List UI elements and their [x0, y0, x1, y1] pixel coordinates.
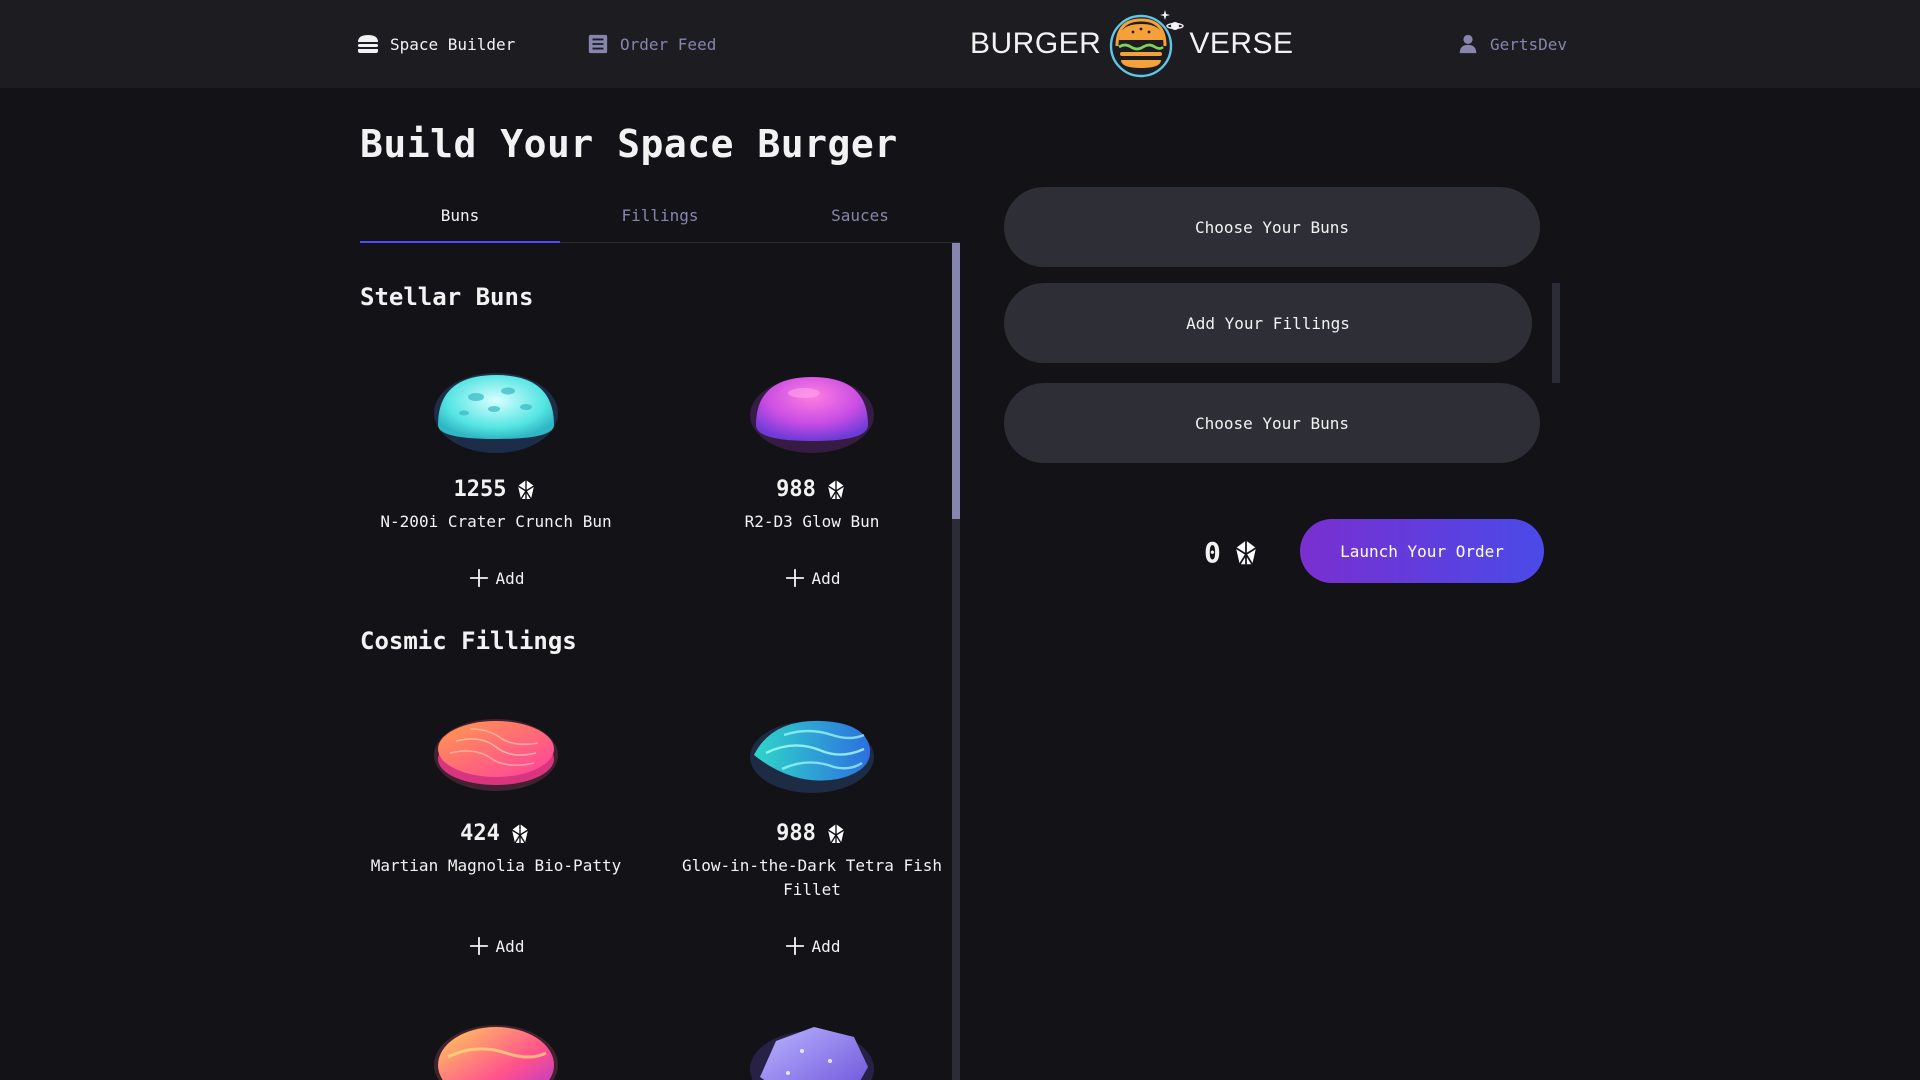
- price-value: 988: [776, 821, 816, 846]
- price-value: 424: [460, 821, 500, 846]
- crystal-currency-icon: [514, 478, 538, 502]
- ingredient-name: N-200i Crater Crunch Bun: [380, 512, 612, 531]
- order-total: 0: [1204, 536, 1261, 569]
- top-bun-slot[interactable]: Choose Your Buns: [1004, 187, 1540, 267]
- ingredient-card[interactable]: 1255 N-200i Crater Crunch Bun Add: [360, 355, 632, 605]
- ingredient-price: 988: [676, 477, 948, 502]
- ingredient-card[interactable]: [676, 1007, 948, 1080]
- add-button[interactable]: Add: [360, 567, 632, 589]
- add-button[interactable]: Add: [676, 935, 948, 957]
- launch-order-button[interactable]: Launch Your Order: [1300, 519, 1544, 583]
- ingredient-card[interactable]: 988 R2-D3 Glow Bun Add: [676, 355, 948, 605]
- ingredient-price: 1255: [360, 477, 632, 502]
- add-button[interactable]: Add: [676, 567, 948, 589]
- section-title-fillings: Cosmic Fillings: [360, 627, 577, 655]
- app-header: Space Builder Order Feed BURGER VERSE Ge…: [0, 0, 1920, 88]
- ingredients-list[interactable]: Stellar Buns 1255 N-200i Crater Crunch B…: [360, 243, 960, 1080]
- section-title-buns: Stellar Buns: [360, 283, 534, 311]
- logo-text-left: BURGER: [970, 27, 1102, 60]
- price-value: 988: [776, 477, 816, 502]
- add-button[interactable]: Add: [360, 935, 632, 957]
- add-button-label: Add: [811, 936, 841, 956]
- page-title: Build Your Space Burger: [360, 122, 898, 166]
- fillings-slot[interactable]: Add Your Fillings: [1004, 283, 1532, 363]
- tab-buns[interactable]: Buns: [360, 198, 560, 243]
- plus-icon: [784, 935, 806, 957]
- price-value: 1255: [453, 477, 507, 502]
- nav-order-feed[interactable]: Order Feed: [586, 30, 716, 58]
- logo-text-right: VERSE: [1189, 27, 1294, 60]
- crystal-currency-icon: [508, 822, 532, 846]
- ingredient-image-tetra-fish: [750, 720, 874, 793]
- bottom-bun-slot[interactable]: Choose Your Buns: [1004, 383, 1540, 463]
- ingredient-image-glow-bun: [750, 377, 874, 453]
- nav-profile-label: GertsDev: [1490, 34, 1568, 54]
- nav-space-builder[interactable]: Space Builder: [356, 30, 515, 58]
- ingredient-price: 424: [360, 821, 632, 846]
- fillings-scrollbar[interactable]: [1552, 283, 1560, 383]
- list-icon: [586, 32, 610, 56]
- plus-icon: [784, 567, 806, 589]
- ingredient-image-meteor-rock: [750, 1027, 874, 1080]
- crystal-currency-icon: [824, 478, 848, 502]
- add-button-label: Add: [811, 568, 841, 588]
- ingredient-card[interactable]: 988 Glow-in-the-Dark Tetra Fish Fillet A…: [676, 699, 948, 979]
- user-icon: [1456, 32, 1480, 56]
- ingredient-card[interactable]: [360, 1007, 632, 1080]
- add-button-label: Add: [495, 568, 525, 588]
- tab-fillings[interactable]: Fillings: [560, 198, 760, 242]
- order-total-value: 0: [1204, 536, 1221, 569]
- plus-icon: [468, 567, 490, 589]
- nav-profile[interactable]: GertsDev: [1456, 30, 1567, 58]
- ingredient-name: Glow-in-the-Dark Tetra Fish Fillet: [681, 856, 943, 899]
- crystal-currency-icon: [1231, 538, 1261, 568]
- ingredient-card[interactable]: 424 Martian Magnolia Bio-Patty Add: [360, 699, 632, 979]
- nav-space-builder-label: Space Builder: [390, 34, 516, 54]
- add-button-label: Add: [495, 936, 525, 956]
- crystal-currency-icon: [824, 822, 848, 846]
- ingredient-name: Martian Magnolia Bio-Patty: [370, 856, 622, 875]
- plus-icon: [468, 935, 490, 957]
- burgerverse-logo[interactable]: BURGER VERSE: [970, 6, 1294, 82]
- burger-icon: [356, 32, 380, 56]
- logo-burger-icon: [1110, 10, 1185, 78]
- ingredient-price: 988: [676, 821, 948, 846]
- ingredient-image-sauce: [434, 1025, 558, 1080]
- ingredient-tabs: Buns Fillings Sauces: [360, 198, 960, 243]
- ingredient-image-crater-bun: [434, 373, 558, 453]
- ingredient-name: R2-D3 Glow Bun: [744, 512, 880, 531]
- ingredient-image-bio-patty: [434, 719, 558, 791]
- ingredients-scrollbar-thumb[interactable]: [952, 243, 960, 519]
- tab-sauces[interactable]: Sauces: [760, 198, 960, 242]
- nav-order-feed-label: Order Feed: [620, 34, 717, 54]
